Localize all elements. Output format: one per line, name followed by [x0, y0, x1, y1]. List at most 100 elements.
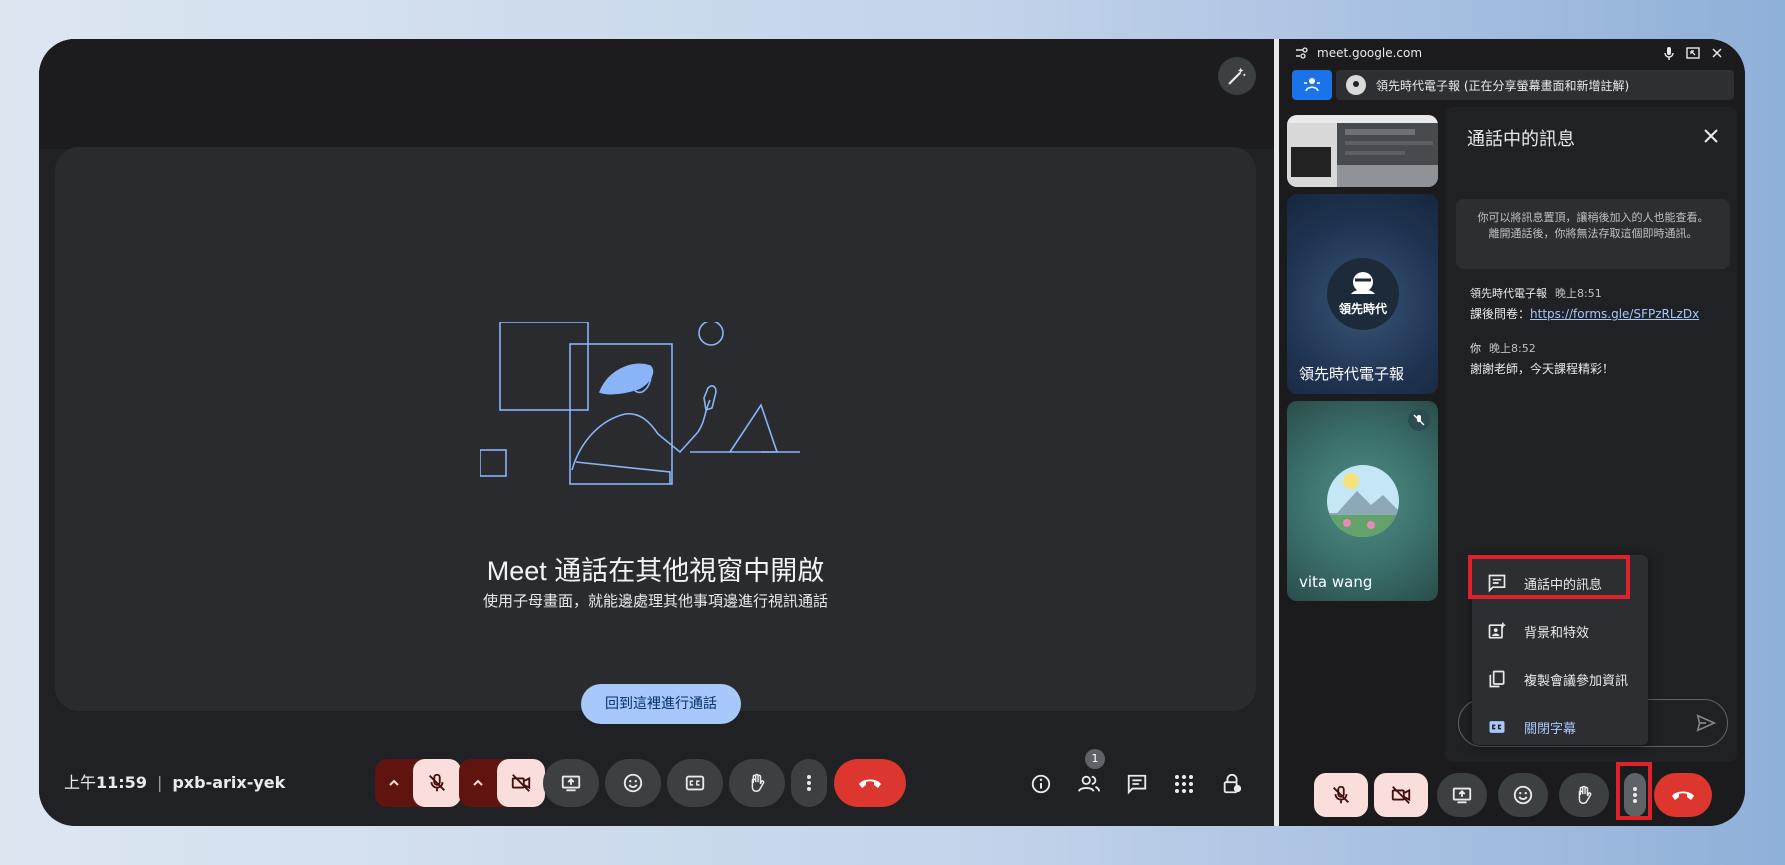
back-to-tab-button[interactable]: [1685, 45, 1701, 61]
message-sender: 領先時代電子報: [1470, 287, 1547, 300]
muted-indicator: [1408, 409, 1430, 431]
camera-toggle-button[interactable]: [497, 759, 545, 807]
menu-item-turn-off-captions[interactable]: 關閉字幕: [1472, 707, 1648, 747]
apps-grid-icon: [1175, 775, 1193, 793]
participant-tile-presenter[interactable]: 領先時代 領先時代電子報: [1287, 194, 1438, 394]
return-to-call-button[interactable]: 回到這裡進行通話: [581, 684, 741, 724]
mic-off-icon: [1413, 414, 1425, 426]
presenting-label[interactable]: 領先時代電子報 (正在分享螢幕畫面和新增註解): [1336, 70, 1734, 100]
present-icon: [561, 775, 581, 792]
presenting-banner: 領先時代電子報 (正在分享螢幕畫面和新增註解): [1292, 70, 1734, 100]
background-effects-icon: [1486, 620, 1508, 642]
magic-effects-button[interactable]: [1218, 57, 1256, 95]
present-screen-button[interactable]: [543, 759, 599, 807]
presenter-avatar: [1346, 75, 1366, 95]
meet-app-frame: Meet 通話在其他視窗中開啟 使用子母畫面，就能邊處理其他事項邊進行視訊通話 …: [39, 39, 1745, 826]
menu-item-label: 背景和特效: [1524, 625, 1590, 641]
menu-item-copy-meeting-info[interactable]: 複製會議參加資訊: [1472, 659, 1648, 699]
message-prefix: 課後問卷：: [1470, 307, 1531, 321]
meeting-details-button[interactable]: [1024, 767, 1058, 801]
menu-item-backgrounds-effects[interactable]: 背景和特效: [1472, 611, 1648, 651]
main-control-bar: 上午11:59 | pxb-arix-yek 1: [39, 749, 1274, 823]
chat-message-header: 領先時代電子報 晚上8:51: [1470, 285, 1602, 301]
participant-name: 領先時代電子報: [1299, 365, 1405, 383]
magic-wand-icon: [1228, 67, 1246, 85]
highlight-more-options: [1616, 762, 1652, 820]
close-icon: [1704, 129, 1718, 143]
people-count-badge: 1: [1085, 749, 1105, 769]
chat-message-body: 課後問卷：https://forms.gle/SFPzRLzDx: [1470, 305, 1699, 322]
call-moved-stage: Meet 通話在其他視窗中開啟 使用子母畫面，就能邊處理其他事項邊進行視訊通話 …: [55, 147, 1256, 724]
pip-titlebar: meet.google.com: [1279, 39, 1745, 67]
return-to-tab-icon: [1686, 47, 1700, 59]
send-icon[interactable]: [1695, 712, 1717, 734]
pip-reactions-button[interactable]: [1498, 773, 1548, 817]
reactions-button[interactable]: [605, 759, 661, 807]
camera-options-button[interactable]: [459, 759, 497, 807]
message-time: 晚上8:51: [1555, 287, 1602, 300]
mic-off-icon: [429, 773, 445, 792]
vita-avatar: [1327, 465, 1399, 537]
pip-leave-call-button[interactable]: [1654, 773, 1712, 817]
people-button[interactable]: 1: [1072, 749, 1106, 801]
close-pip-button[interactable]: [1709, 45, 1725, 61]
site-settings-icon[interactable]: [1295, 47, 1308, 59]
mic-icon: [1664, 47, 1674, 60]
survey-link[interactable]: https://forms.gle/SFPzRLzDx: [1530, 307, 1699, 321]
present-icon: [1452, 787, 1472, 804]
presenter-avatar-text: 領先時代: [1338, 302, 1387, 316]
chevron-up-icon: [473, 779, 483, 786]
present-to-all-icon: [1292, 70, 1332, 100]
leave-call-button[interactable]: [834, 759, 906, 807]
captions-button[interactable]: [667, 759, 723, 807]
mic-off-icon: [1333, 785, 1349, 804]
captions-icon: [685, 775, 705, 791]
main-top-area: [39, 39, 1274, 149]
pip-raise-hand-button[interactable]: [1559, 773, 1609, 817]
message-time: 晚上8:52: [1489, 342, 1536, 355]
time-prefix: 上午: [64, 773, 97, 792]
pip-url: meet.google.com: [1317, 46, 1423, 60]
mic-toggle-button[interactable]: [413, 759, 461, 807]
mic-control-group: [375, 759, 461, 807]
pip-present-button[interactable]: [1437, 773, 1487, 817]
mic-options-button[interactable]: [375, 759, 413, 807]
chat-panel-title: 通話中的訊息: [1467, 129, 1575, 150]
raise-hand-button[interactable]: [729, 759, 785, 807]
presenting-text: 領先時代電子報 (正在分享螢幕畫面和新增註解): [1376, 78, 1630, 93]
time-value: 11:59: [96, 773, 147, 792]
chat-button[interactable]: [1120, 767, 1154, 801]
camera-off-icon: [511, 774, 531, 792]
screen-share-tile[interactable]: [1287, 115, 1438, 187]
info-icon: [1031, 774, 1051, 794]
chat-message-header: 你晚上8:52: [1470, 340, 1536, 356]
screen-thumbnail: [1287, 115, 1438, 187]
hang-up-icon: [859, 779, 881, 788]
message-sender: 你: [1470, 342, 1481, 355]
pip-mic-indicator[interactable]: [1661, 45, 1677, 61]
more-options-button[interactable]: [791, 759, 827, 807]
chat-close-button[interactable]: [1699, 124, 1723, 148]
meeting-code: pxb-arix-yek: [172, 773, 286, 792]
hand-icon: [751, 773, 765, 792]
hand-icon: [1578, 785, 1592, 804]
lock-person-icon: [1223, 773, 1242, 794]
main-meet-window: Meet 通話在其他視窗中開啟 使用子母畫面，就能邊處理其他事項邊進行視訊通話 …: [39, 39, 1274, 826]
camera-off-icon: [1391, 786, 1411, 804]
stage-subtitle: 使用子母畫面，就能邊處理其他事項邊進行視訊通話: [482, 592, 828, 610]
pip-camera-button[interactable]: [1374, 773, 1428, 817]
participant-name: vita wang: [1299, 573, 1373, 591]
meeting-clock: 上午11:59 | pxb-arix-yek: [64, 769, 285, 793]
emoji-icon: [1513, 785, 1533, 805]
chat-pin-notice: 你可以將訊息置頂，讓稍後加入的人也能查看。離開通話後，你將無法存取這個即時通訊。: [1456, 199, 1730, 269]
pip-illustration: [480, 322, 800, 485]
participant-tile-vita[interactable]: vita wang: [1287, 401, 1438, 601]
menu-item-label: 複製會議參加資訊: [1524, 673, 1629, 689]
highlight-in-call-messages: [1468, 555, 1630, 599]
hang-up-icon: [1672, 791, 1694, 800]
stage-title: Meet 通話在其他視窗中開啟: [486, 556, 825, 586]
activities-button[interactable]: [1167, 767, 1201, 801]
host-controls-button[interactable]: [1215, 767, 1249, 801]
clock-separator: |: [156, 773, 163, 792]
pip-mic-button[interactable]: [1314, 773, 1368, 817]
